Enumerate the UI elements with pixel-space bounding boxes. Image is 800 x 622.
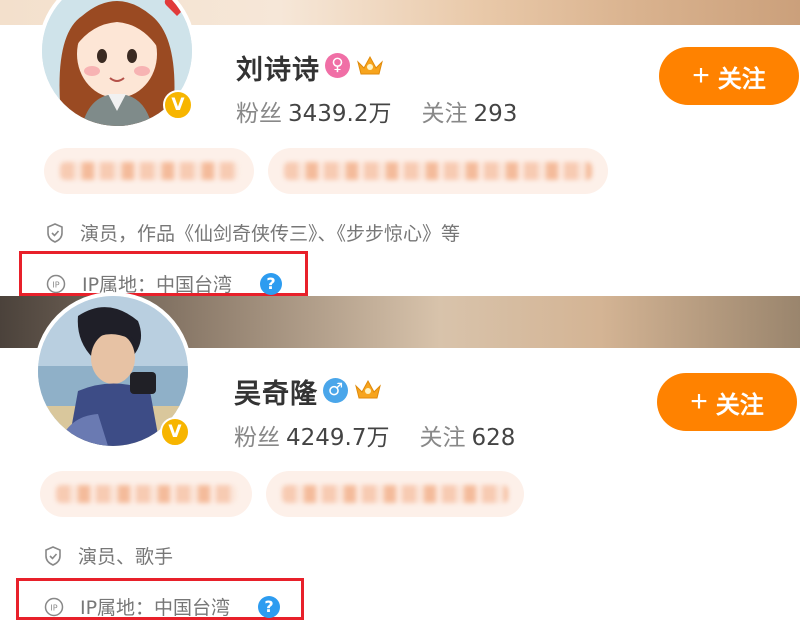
svg-text:IP: IP xyxy=(50,603,57,612)
svg-text:IP: IP xyxy=(52,280,59,289)
profile-name[interactable]: 吴奇隆 xyxy=(234,372,318,411)
follow-button[interactable]: + 关注 xyxy=(659,47,799,105)
male-icon: ♂ xyxy=(323,378,348,403)
ip-location-row: IP IP属地：中国台湾 ? xyxy=(44,593,281,620)
shield-icon xyxy=(45,545,61,566)
profile-card: V 刘诗诗 ♀ 粉丝 3439.2万 关注 293 + 关注 演员，作品《仙剑奇侠传三》… xyxy=(0,0,800,296)
description-text: 演员、歌手 xyxy=(78,546,174,568)
blurred-tag[interactable] xyxy=(40,471,252,517)
help-icon[interactable]: ? xyxy=(260,272,283,295)
followers-count[interactable]: 3439.2万 xyxy=(288,101,391,127)
crown-icon xyxy=(357,55,383,75)
verified-badge-icon: V xyxy=(163,90,193,120)
following-count[interactable]: 293 xyxy=(473,101,517,127)
verified-badge-icon: V xyxy=(160,417,190,447)
following-label: 关注 xyxy=(421,101,468,127)
description-row: 演员、歌手 xyxy=(44,542,173,569)
blurred-tag[interactable] xyxy=(44,148,254,194)
following-label: 关注 xyxy=(419,425,466,451)
female-icon: ♀ xyxy=(325,53,350,78)
ip-location-row: IP IP属地：中国台湾 ? xyxy=(46,270,283,297)
following-count[interactable]: 628 xyxy=(471,425,515,451)
follow-stats: 粉丝 3439.2万 关注 293 xyxy=(236,94,517,128)
blurred-tag[interactable] xyxy=(266,471,524,517)
description-row: 演员，作品《仙剑奇侠传三》、《步步惊心》等 xyxy=(46,219,460,246)
follow-button[interactable]: + 关注 xyxy=(657,373,797,431)
plus-icon: + xyxy=(692,59,710,92)
followers-count[interactable]: 4249.7万 xyxy=(286,425,389,451)
follow-button-label: 关注 xyxy=(715,391,764,419)
plus-icon: + xyxy=(690,385,708,418)
followers-label: 粉丝 xyxy=(236,101,282,127)
follow-button-label: 关注 xyxy=(717,65,766,93)
ip-location-text: IP属地：中国台湾 xyxy=(80,597,231,619)
followers-label: 粉丝 xyxy=(234,425,280,451)
crown-icon xyxy=(355,379,381,399)
description-text: 演员，作品《仙剑奇侠传三》、《步步惊心》等 xyxy=(80,223,461,245)
shield-icon xyxy=(47,222,63,243)
follow-stats: 粉丝 4249.7万 关注 628 xyxy=(234,418,515,452)
blurred-tag[interactable] xyxy=(268,148,608,194)
profile-name[interactable]: 刘诗诗 xyxy=(236,48,320,87)
ip-icon: IP xyxy=(46,274,66,293)
profile-card: V 吴奇隆 ♂ 粉丝 4249.7万 关注 628 + 关注 演员、歌手 IP IP属地… xyxy=(0,292,800,622)
help-icon[interactable]: ? xyxy=(258,595,281,618)
ip-icon: IP xyxy=(44,597,64,616)
